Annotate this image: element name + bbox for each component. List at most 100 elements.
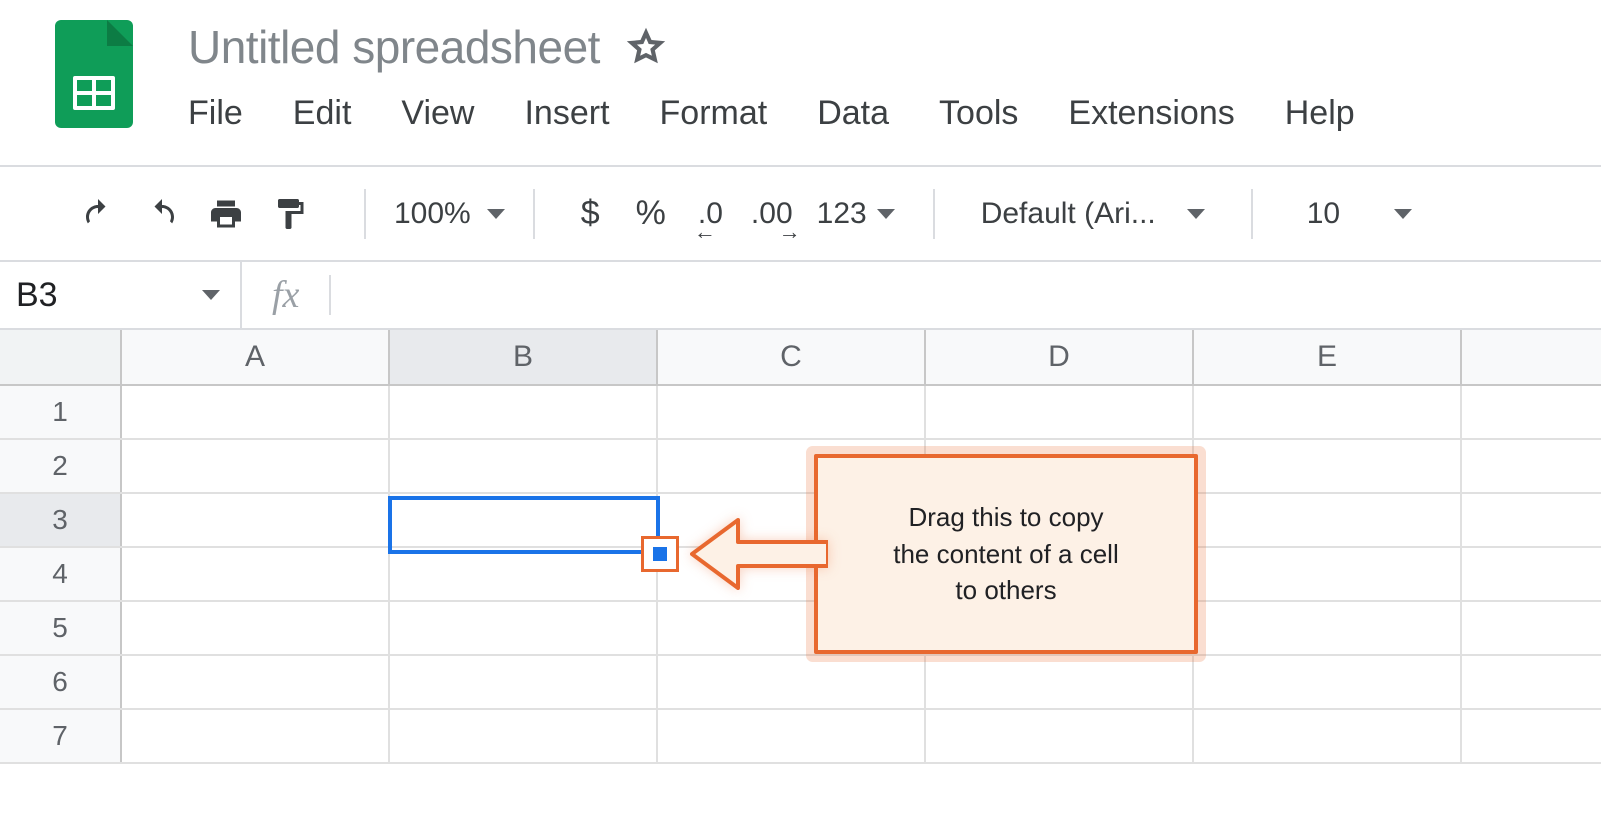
cell[interactable] [122,656,390,708]
toolbar-separator [1251,189,1253,239]
cell[interactable] [658,386,926,438]
name-box[interactable]: B3 [0,262,242,328]
cell[interactable] [926,440,1194,492]
select-all-corner[interactable] [0,330,122,384]
redo-icon [144,196,180,232]
cell[interactable] [658,656,926,708]
cell-b3[interactable] [390,494,658,546]
paint-format-button[interactable] [272,196,308,232]
menu-format[interactable]: Format [660,94,768,133]
cell[interactable] [122,710,390,762]
formula-input[interactable] [331,262,1601,328]
cell[interactable] [658,494,926,546]
cell[interactable] [926,494,1194,546]
cell[interactable] [658,602,926,654]
grid-row: 3 [0,494,1601,548]
grid-row: 7 [0,710,1601,764]
cell[interactable] [658,548,926,600]
cell[interactable] [1462,710,1601,762]
row-header-4[interactable]: 4 [0,548,122,600]
cell[interactable] [1194,602,1462,654]
cell[interactable] [1462,494,1601,546]
cell[interactable] [926,602,1194,654]
cell[interactable] [1462,386,1601,438]
undo-button[interactable] [80,196,116,232]
row-header-7[interactable]: 7 [0,710,122,762]
currency-button[interactable]: $ [563,194,618,233]
cell[interactable] [122,386,390,438]
cell[interactable] [390,602,658,654]
cell[interactable] [390,440,658,492]
header: Untitled spreadsheet File Edit View Inse… [0,0,1601,165]
font-size-value: 10 [1307,197,1340,231]
percent-button[interactable]: % [618,194,684,233]
cell[interactable] [658,440,926,492]
menu-extensions[interactable]: Extensions [1068,94,1234,133]
font-size-dropdown[interactable]: 10 [1281,197,1438,231]
grid-row: 2 [0,440,1601,494]
menu-tools[interactable]: Tools [939,94,1018,133]
cell[interactable] [390,710,658,762]
cell[interactable] [1194,656,1462,708]
cell[interactable] [122,440,390,492]
cell[interactable] [1462,602,1601,654]
cell[interactable] [122,548,390,600]
cell[interactable] [1194,710,1462,762]
cell[interactable] [390,386,658,438]
document-title[interactable]: Untitled spreadsheet [188,20,600,74]
row-header-2[interactable]: 2 [0,440,122,492]
column-header-d[interactable]: D [926,330,1194,384]
menu-file[interactable]: File [188,94,243,133]
decrease-decimal-button[interactable]: .0 ← [684,197,737,231]
cell[interactable] [1194,494,1462,546]
star-icon[interactable] [626,27,666,67]
grid-row: 6 [0,656,1601,710]
toolbar: 100% $ % .0 ← .00 → 123 Default (Ari... … [0,165,1601,260]
name-box-value: B3 [16,276,58,315]
column-header-b[interactable]: B [390,330,658,384]
cell[interactable] [1462,548,1601,600]
zoom-value: 100% [394,197,471,231]
cell[interactable] [1194,386,1462,438]
more-formats-dropdown[interactable]: 123 [807,197,905,231]
spreadsheet-grid: A B C D E 1 2 3 [0,330,1601,764]
cell[interactable] [926,656,1194,708]
menu-data[interactable]: Data [817,94,889,133]
column-header-overflow[interactable] [1462,330,1601,384]
chevron-down-icon [487,209,505,219]
row-header-1[interactable]: 1 [0,386,122,438]
cell[interactable] [926,548,1194,600]
toolbar-separator [933,189,935,239]
column-header-e[interactable]: E [1194,330,1462,384]
cell[interactable] [926,386,1194,438]
cell[interactable] [122,602,390,654]
menu-view[interactable]: View [401,94,474,133]
grid-row: 5 [0,602,1601,656]
toolbar-separator [533,189,535,239]
row-header-5[interactable]: 5 [0,602,122,654]
cell[interactable] [1194,548,1462,600]
cell[interactable] [390,548,658,600]
print-button[interactable] [208,196,244,232]
fill-handle[interactable] [653,547,667,561]
cell[interactable] [1462,656,1601,708]
column-header-c[interactable]: C [658,330,926,384]
cell[interactable] [926,710,1194,762]
column-header-a[interactable]: A [122,330,390,384]
redo-button[interactable] [144,196,180,232]
cell[interactable] [658,710,926,762]
arrow-right-icon: → [779,219,801,245]
menu-edit[interactable]: Edit [293,94,352,133]
menu-help[interactable]: Help [1285,94,1355,133]
cell[interactable] [1194,440,1462,492]
cell[interactable] [390,656,658,708]
zoom-dropdown[interactable]: 100% [394,197,505,231]
menu-insert[interactable]: Insert [524,94,609,133]
font-dropdown[interactable]: Default (Ari... [963,197,1223,231]
cell[interactable] [1462,440,1601,492]
more-formats-label: 123 [817,197,867,231]
row-header-6[interactable]: 6 [0,656,122,708]
row-header-3[interactable]: 3 [0,494,122,546]
cell[interactable] [122,494,390,546]
increase-decimal-button[interactable]: .00 → [737,197,807,231]
